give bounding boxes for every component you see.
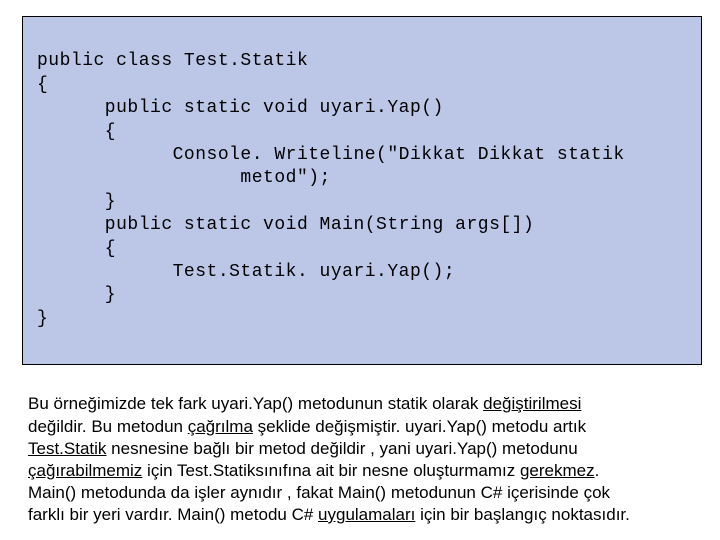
code-line: } bbox=[37, 285, 116, 305]
text: Bu örneğimizde tek fark uyari.Yap() meto… bbox=[28, 394, 483, 413]
code-line: Console. Writeline("Dikkat Dikkat statik bbox=[37, 145, 625, 165]
text-underlined: gerekmez bbox=[520, 461, 595, 480]
code-block: public class Test.Statik { public static… bbox=[22, 16, 702, 365]
code-line: public static void Main(String args[]) bbox=[37, 215, 534, 235]
text: . bbox=[595, 461, 600, 480]
text: nesnesine bağlı bir metod değildir , yan… bbox=[106, 439, 577, 458]
text: farklı bir yeri vardır. Main() metodu C# bbox=[28, 505, 318, 524]
text-underlined: Statik bbox=[64, 439, 107, 458]
slide: public class Test.Statik { public static… bbox=[0, 0, 720, 540]
text: değildir. Bu metodun bbox=[28, 417, 188, 436]
text: için bir başlangıç noktasıdır. bbox=[415, 505, 630, 524]
text-underlined: değiştirilmesi bbox=[483, 394, 581, 413]
code-line: { bbox=[37, 75, 48, 95]
text: şeklide değişmiştir. uyari.Yap() metodu … bbox=[253, 417, 586, 436]
code-line: { bbox=[37, 239, 116, 259]
text: Main() metodunda da işler aynıdır , faka… bbox=[28, 483, 610, 502]
code-line: { bbox=[37, 122, 116, 142]
text-underlined: uygulamaları bbox=[318, 505, 415, 524]
text-underlined: çağrılma bbox=[188, 417, 253, 436]
code-line: Test.Statik. uyari.Yap(); bbox=[37, 262, 455, 282]
explanation-paragraph: Bu örneğimizde tek fark uyari.Yap() meto… bbox=[22, 393, 702, 526]
text-underlined: çağırabilmemiz bbox=[28, 461, 142, 480]
code-line: public static void uyari.Yap() bbox=[37, 98, 444, 118]
text-underlined: Test. bbox=[28, 439, 64, 458]
code-line: metod"); bbox=[37, 168, 331, 188]
code-line: } bbox=[37, 192, 116, 212]
text: için Test.Statiksınıfına ait bir nesne o… bbox=[142, 461, 520, 480]
code-line: public class Test.Statik bbox=[37, 51, 308, 71]
code-line: } bbox=[37, 309, 48, 329]
